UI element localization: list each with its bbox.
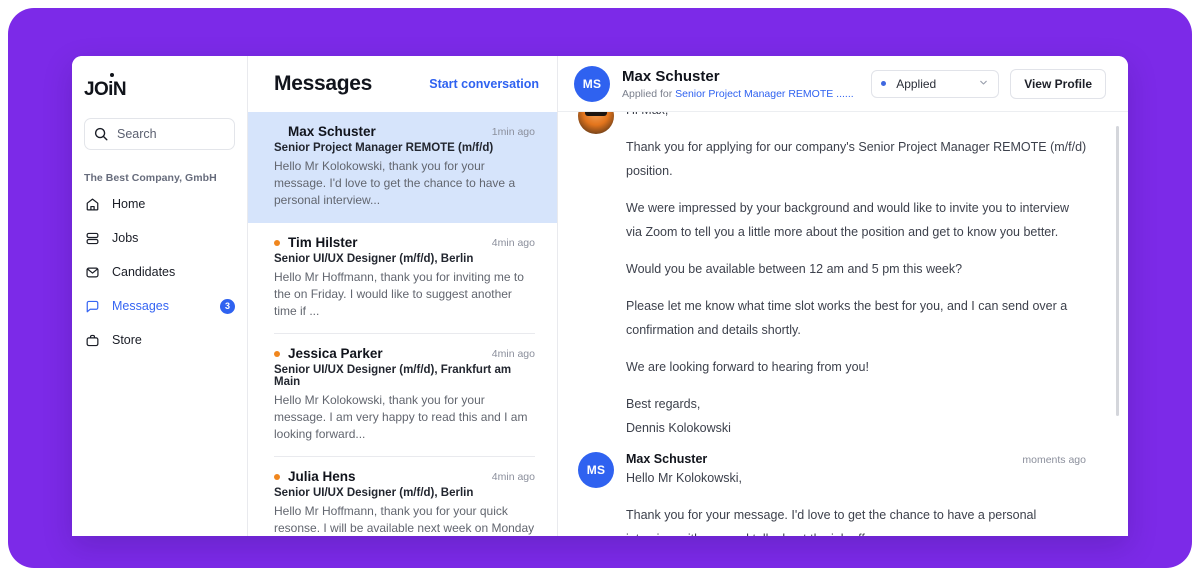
list-item-role: Senior Project Manager REMOTE (m/f/d) [274,142,494,154]
list-item-name: Julia Hens [288,469,356,484]
message-list-items[interactable]: Max Schuster 1min ago Senior Project Man… [248,112,557,536]
briefcase-icon [84,332,101,349]
list-item-time: 1min ago [491,125,535,138]
scrollbar-thumb[interactable] [1116,126,1119,416]
list-item[interactable]: Julia Hens 4min ago Senior UI/UX Designe… [248,457,557,536]
avatar: MS [574,65,610,102]
sidebar-item-candidates[interactable]: Candidates [80,260,239,284]
list-item-time: 4min ago [491,470,535,483]
logo-text-part1: JO [84,79,109,100]
sidebar-item-jobs[interactable]: Jobs [80,226,239,250]
list-item-time: 4min ago [491,347,535,360]
list-item-name: Tim Hilster [288,235,358,250]
unread-dot-icon [274,473,280,480]
conversation-header: MS Max Schuster Applied for Senior Proje… [558,56,1128,112]
message-author: Max Schuster [626,452,708,466]
unread-dot-icon [274,239,280,246]
status-label: Applied [896,76,937,91]
search-placeholder: Search [117,127,157,141]
page-title: Messages [274,72,372,95]
search-icon [94,127,108,141]
logo-text-part3: N [112,79,127,100]
message-paragraph: Please let me know what time slot works … [626,299,1068,337]
message-paragraph: We are looking forward to hearing from y… [626,360,869,374]
message-paragraph: Thank you for your message. I'd love to … [626,508,1037,536]
message-paragraph: Best regards, [626,397,701,411]
list-item-time: 4min ago [491,236,535,249]
jobs-stack-icon [84,230,101,247]
chat-bubble-icon [84,298,101,315]
applied-for-label: Applied for [622,87,673,100]
sidebar: JOiN Search The Best Company, GmbH Home [72,56,248,536]
avatar: MS [578,452,614,488]
message-list-panel: Messages Start conversation Max Schuster… [248,56,558,536]
sidebar-item-label: Home [112,197,146,211]
message-list-header: Messages Start conversation [248,56,557,112]
chevron-down-icon [978,75,989,93]
conversation-thread[interactable]: Hi Max, Thank you for applying for our c… [558,112,1128,536]
sidebar-item-label: Jobs [112,231,139,245]
list-item-role: Senior UI/UX Designer (m/f/d), Berlin [274,253,474,265]
avatar-column [578,112,614,440]
message-paragraph: We were impressed by your background and… [626,201,1070,239]
message-paragraph: Hello Mr Kolokowski, [626,471,743,485]
search-input[interactable]: Search [84,118,235,150]
message-paragraph: Thank you for applying for our company's… [626,140,1087,178]
sidebar-item-label: Store [112,333,142,347]
list-item[interactable]: Jessica Parker 4min ago Senior UI/UX Des… [248,334,557,457]
avatar [578,112,614,134]
inbox-icon [84,264,101,281]
message-paragraph: Would you be available between 12 am and… [626,262,963,276]
home-icon [84,196,101,213]
list-item[interactable]: Tim Hilster 4min ago Senior UI/UX Design… [248,223,557,334]
avatar-column: MS [578,452,614,536]
list-item-preview: Hello Mr Kolokowski, thank you for your … [274,159,516,207]
messages-unread-badge: 3 [220,298,235,314]
status-dropdown[interactable]: Applied [871,69,1000,98]
list-item-name: Max Schuster [288,124,376,139]
list-item-role: Senior UI/UX Designer (m/f/d), Berlin [274,487,474,499]
conversation-panel: MS Max Schuster Applied for Senior Proje… [558,56,1128,536]
message-body: Hello Mr Kolokowski, Thank you for your … [626,466,1088,536]
unread-dot-icon [274,350,280,357]
join-logo[interactable]: JOiN [72,56,247,104]
message-paragraph: Hi Max, [626,112,1088,122]
list-item-role: Senior UI/UX Designer (m/f/d), Frankfurt… [274,364,512,388]
status-badge [881,81,887,86]
list-item[interactable]: Max Schuster 1min ago Senior Project Man… [248,112,557,223]
conversation-scrollbar[interactable] [1116,126,1119,536]
sidebar-item-messages[interactable]: Messages 3 [80,294,239,318]
message-bubble: Hi Max, Thank you for applying for our c… [578,112,1088,440]
list-item-preview: Hello Mr Hoffmann, thank you for invitin… [274,270,524,318]
sidebar-nav: Home Jobs Candidates Messages 3 Store [72,192,247,352]
start-conversation-button[interactable]: Start conversation [429,77,539,91]
message-bubble: MS Max Schuster moments ago Hello Mr Kol… [578,440,1088,536]
sidebar-item-label: Messages [112,299,169,313]
conversation-applied-line: Applied for Senior Project Manager REMOT… [622,88,854,100]
conversation-contact-name: Max Schuster [622,67,720,85]
company-name: The Best Company, GmbH [84,172,217,184]
app-window: JOiN Search The Best Company, GmbH Home [72,56,1128,536]
sidebar-item-store[interactable]: Store [80,328,239,352]
list-item-name: Jessica Parker [288,346,383,361]
sidebar-item-home[interactable]: Home [80,192,239,216]
view-profile-button[interactable]: View Profile [1010,68,1106,99]
message-time: moments ago [1022,454,1086,466]
list-item-preview: Hello Mr Hoffmann, thank you for your qu… [274,504,535,535]
sidebar-item-label: Candidates [112,265,176,279]
message-paragraph: Dennis Kolokowski [626,421,731,435]
applied-job-link[interactable]: Senior Project Manager REMOTE ...... [675,88,854,100]
logo-text-part2: i [108,73,114,104]
message-body: Hi Max, Thank you for applying for our c… [626,112,1088,440]
list-item-preview: Hello Mr Kolokowski, thank you for your … [274,393,528,441]
